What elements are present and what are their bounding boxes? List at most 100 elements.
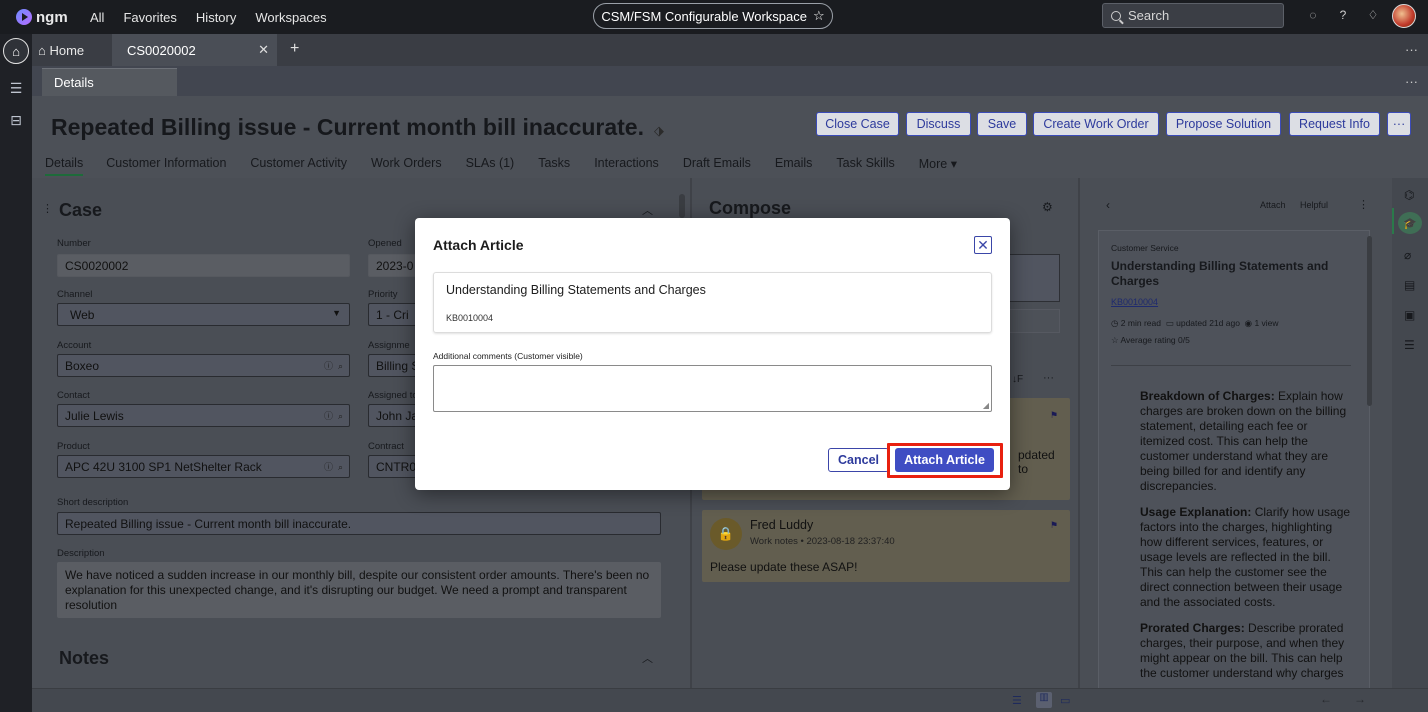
tab-home[interactable]: ⌂ Home (38, 43, 84, 58)
active-indicator (1392, 208, 1394, 234)
kb-panel: ‹ Attach Helpful ⋮ Customer Service Unde… (1078, 178, 1392, 690)
scrollbar[interactable] (1367, 236, 1372, 406)
more-icon[interactable]: ··· (1405, 74, 1418, 89)
kb-meta: ◷ 2 min read ▭ updated 21d ago ◉ 1 view (1111, 318, 1279, 329)
info-search-icons[interactable]: ⓘ ⌕ (324, 409, 343, 422)
create-work-order-button[interactable]: Create Work Order (1033, 112, 1159, 136)
info-search-icons[interactable]: ⓘ ⌕ (324, 460, 343, 473)
nav-history[interactable]: History (196, 10, 236, 25)
close-case-button[interactable]: Close Case (816, 112, 899, 136)
account-field[interactable]: Boxeo ⓘ ⌕ (57, 354, 350, 377)
product-label: Product (57, 441, 90, 452)
workspace-pill[interactable]: CSM/FSM Configurable Workspace ☆ (593, 3, 833, 29)
logo[interactable]: ngm (16, 9, 76, 26)
scrollbar[interactable] (679, 194, 685, 218)
contact-field[interactable]: Julie Lewis ⓘ ⌕ (57, 404, 350, 427)
resize-handle-icon[interactable]: ◢ (983, 401, 989, 410)
more-icon[interactable]: ⋮ (1358, 198, 1369, 211)
account-label: Account (57, 340, 92, 351)
additional-comments-input[interactable]: ◢ (433, 365, 992, 412)
kb-p1-body: Explain how charges are broken down on t… (1140, 389, 1347, 493)
record-tabs: Details Customer Information Customer Ac… (45, 156, 957, 176)
more-actions-button[interactable]: ··· (1387, 112, 1411, 136)
subtab-details[interactable]: Details (42, 68, 177, 96)
user-avatar[interactable] (1392, 4, 1416, 28)
tab-case[interactable]: CS0020002 ✕ (112, 34, 277, 66)
arrow-left-icon[interactable]: ← (1320, 692, 1332, 706)
propose-solution-button[interactable]: Propose Solution (1166, 112, 1281, 136)
close-icon[interactable]: ✕ (258, 42, 269, 58)
home-icon[interactable]: ⌂ (3, 38, 29, 64)
cancel-button[interactable]: Cancel (828, 448, 889, 472)
assigned-field[interactable]: John Ja (368, 404, 418, 427)
request-info-button[interactable]: Request Info (1289, 112, 1380, 136)
tab-slas[interactable]: SLAs (1) (466, 156, 515, 176)
help-icon[interactable]: ? (1328, 8, 1358, 22)
save-button[interactable]: Save (977, 112, 1027, 136)
tag-icon[interactable]: ⬗ (654, 123, 664, 139)
drag-handle-icon[interactable]: ⋮ (42, 202, 53, 215)
tab-draft-emails[interactable]: Draft Emails (683, 156, 751, 176)
kb-p2-head: Usage Explanation: (1140, 505, 1252, 519)
assignment-label: Assignme (368, 340, 410, 351)
nav-workspaces[interactable]: Workspaces (255, 10, 326, 25)
layout-split-icon[interactable]: ▥ (1036, 692, 1052, 708)
tab-task-skills[interactable]: Task Skills (836, 156, 894, 176)
star-icon[interactable]: ☆ (813, 8, 825, 24)
kb-helpful-link[interactable]: Helpful (1300, 200, 1328, 210)
more-icon[interactable]: ··· (1405, 42, 1418, 57)
short-description-field[interactable]: Repeated Billing issue - Current month b… (57, 512, 661, 535)
note-author: Fred Luddy (750, 518, 814, 532)
activity-icon[interactable]: ⌬ (1404, 188, 1414, 202)
close-icon[interactable]: ✕ (974, 236, 992, 254)
filter-icon[interactable]: ⚙ (1042, 200, 1053, 214)
inbox-icon[interactable]: ⊟ (7, 112, 25, 129)
flag-icon[interactable]: ⚑ (1050, 410, 1058, 421)
tab-details[interactable]: Details (45, 156, 84, 176)
tab-more[interactable]: More ▾ (919, 156, 957, 176)
tab-emails[interactable]: Emails (775, 156, 813, 176)
search-placeholder: Search (1128, 8, 1170, 23)
tab-interactions[interactable]: Interactions (594, 156, 659, 176)
layout-list-icon[interactable]: ☰ (1012, 694, 1022, 707)
arrow-right-icon[interactable]: → (1354, 692, 1366, 706)
more-icon[interactable]: ··· (1043, 372, 1054, 384)
file-icon[interactable]: ▣ (1404, 308, 1415, 322)
list-icon[interactable]: ☰ (1404, 338, 1415, 352)
chevron-up-icon[interactable]: ︿ (642, 650, 653, 666)
graduation-cap-icon[interactable]: 🎓 (1398, 212, 1422, 234)
nav-favorites[interactable]: Favorites (123, 10, 176, 25)
sort-icon[interactable]: ↓F (1012, 374, 1023, 385)
nav-all[interactable]: All (90, 10, 104, 25)
back-icon[interactable]: ‹ (1106, 198, 1110, 212)
discuss-button[interactable]: Discuss (906, 112, 971, 136)
info-search-icons[interactable]: ⓘ ⌕ (324, 359, 343, 372)
flag-icon[interactable]: ⚑ (1050, 520, 1058, 531)
tab-tasks[interactable]: Tasks (538, 156, 570, 176)
kb-attach-link[interactable]: Attach (1260, 200, 1286, 210)
contract-field[interactable]: CNTR0 (368, 455, 418, 478)
tab-work-orders[interactable]: Work Orders (371, 156, 442, 176)
list-icon[interactable]: ☰ (7, 80, 25, 97)
left-rail: ⌂ ☰ ⊟ (0, 34, 32, 712)
description-field: We have noticed a sudden increase in our… (57, 562, 661, 618)
number-label: Number (57, 238, 91, 249)
kb-number-link[interactable]: KB0010004 (1111, 297, 1158, 307)
document-icon[interactable]: ▤ (1404, 278, 1415, 292)
channel-select[interactable]: Web ▼ (57, 303, 350, 326)
add-tab-icon[interactable]: + (290, 40, 299, 58)
product-field[interactable]: APC 42U 3100 SP1 NetShelter Rack ⓘ ⌕ (57, 455, 350, 478)
bell-icon[interactable]: ♢ (1358, 8, 1388, 22)
chevron-up-icon[interactable]: ︿ (642, 202, 653, 218)
attachment-icon[interactable]: ⌀ (1404, 248, 1411, 262)
layout-single-icon[interactable]: ▭ (1060, 694, 1070, 707)
chat-icon[interactable]: ◌ (1298, 8, 1328, 22)
tab-customer-information[interactable]: Customer Information (106, 156, 226, 176)
attach-article-button[interactable]: Attach Article (895, 448, 994, 472)
assignment-field[interactable]: Billing S (368, 354, 418, 377)
priority-select[interactable]: 1 - Cri (368, 303, 418, 326)
global-search[interactable]: Search (1102, 3, 1284, 28)
tab-customer-activity[interactable]: Customer Activity (250, 156, 347, 176)
activity-note-card: 🔒 Fred Luddy Work notes • 2023-08-18 23:… (702, 510, 1070, 582)
number-field: CS0020002 (57, 254, 350, 277)
